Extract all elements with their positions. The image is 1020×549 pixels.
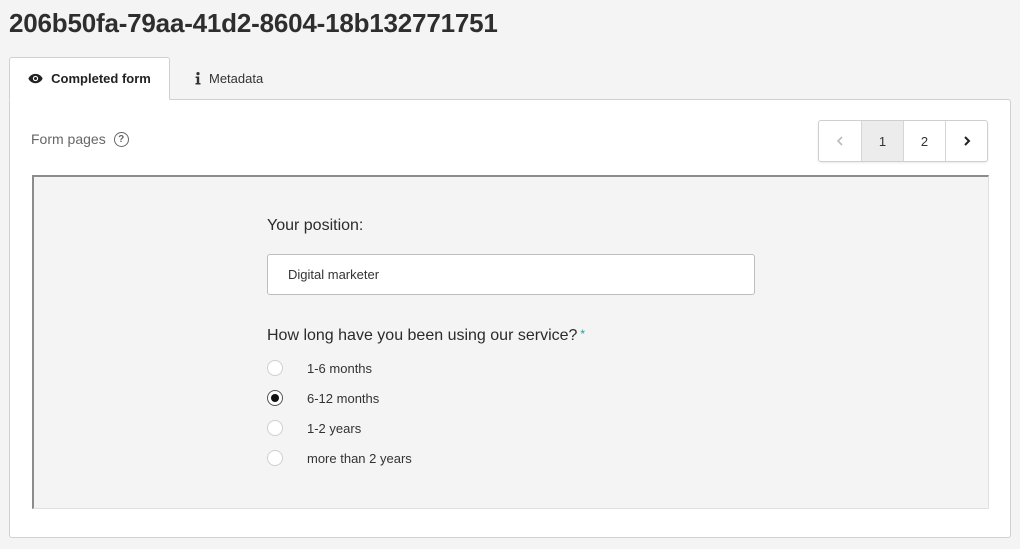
tab-bar: Completed form Metadata (9, 57, 1011, 100)
page-pagination: 1 2 (818, 120, 988, 162)
tab-metadata[interactable]: Metadata (185, 57, 263, 100)
form-pages-label: Form pages (31, 131, 106, 147)
info-icon (195, 72, 201, 85)
help-icon[interactable]: ? (113, 131, 129, 147)
next-page-button[interactable] (945, 121, 987, 161)
prev-page-button[interactable] (819, 121, 861, 161)
tab-completed-form[interactable]: Completed form (9, 57, 170, 100)
radio-button[interactable] (267, 420, 283, 436)
radio-button-selected[interactable] (267, 390, 283, 406)
usage-option-1-6-months[interactable]: 1-6 months (267, 360, 372, 376)
chevron-right-icon (963, 136, 970, 146)
usage-option-6-12-months[interactable]: 6-12 months (267, 390, 379, 406)
page-2-button[interactable]: 2 (903, 121, 945, 161)
form-preview-frame: Your position: How long have you been us… (32, 175, 989, 509)
option-label: 1-2 years (307, 420, 362, 436)
usage-question: How long have you been using our service… (267, 327, 585, 345)
page-title: 206b50fa-79aa-41d2-8604-18b132771751 (9, 8, 498, 38)
position-input[interactable] (267, 254, 755, 295)
option-label: 6-12 months (307, 390, 380, 406)
usage-option-more-than-2-years[interactable]: more than 2 years (267, 450, 412, 466)
required-marker: * (580, 327, 586, 341)
tab-metadata-label: Metadata (209, 71, 264, 86)
eye-icon (28, 73, 43, 84)
usage-option-1-2-years[interactable]: 1-2 years (267, 420, 361, 436)
position-question-label: Your position: (267, 217, 364, 234)
option-label: 1-6 months (307, 360, 373, 376)
tab-completed-form-label: Completed form (51, 71, 151, 86)
page-1-button[interactable]: 1 (861, 121, 903, 161)
option-label: more than 2 years (307, 450, 412, 466)
form-pages-header: Form pages ? (31, 131, 129, 147)
completed-form-panel: Form pages ? 1 2 Your position: How long… (9, 99, 1011, 538)
usage-question-label: How long have you been using our service… (267, 327, 578, 344)
radio-button[interactable] (267, 360, 283, 376)
chevron-left-icon (836, 136, 843, 146)
radio-button[interactable] (267, 450, 283, 466)
